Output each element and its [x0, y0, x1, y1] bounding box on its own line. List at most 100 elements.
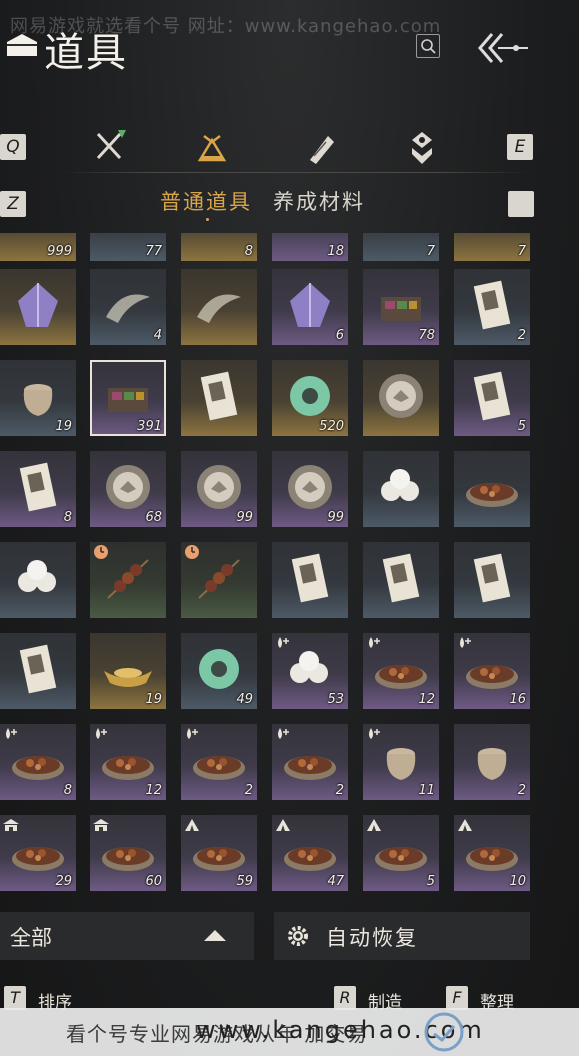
- inventory-slot[interactable]: 7: [363, 233, 439, 261]
- inventory-slot[interactable]: [0, 542, 76, 618]
- tent-badge-icon: [185, 819, 199, 831]
- inventory-slot[interactable]: [181, 360, 257, 436]
- inventory-slot[interactable]: 47: [272, 815, 348, 891]
- auto-restore-button[interactable]: 自动恢复: [274, 912, 530, 960]
- category-divider: [60, 172, 530, 173]
- inventory-slot[interactable]: 59: [181, 815, 257, 891]
- inventory-slot[interactable]: 99: [272, 451, 348, 527]
- category-materials-icon[interactable]: [402, 128, 442, 168]
- inventory-slot[interactable]: [454, 542, 530, 618]
- inventory-slot[interactable]: 4: [90, 269, 166, 345]
- horse-card-icon: [291, 553, 329, 603]
- inventory-slot[interactable]: 29: [0, 815, 76, 891]
- item-count: 18: [327, 244, 344, 259]
- item-count: 7: [517, 244, 526, 259]
- crystal-sphere-icon: [18, 283, 58, 327]
- inventory-slot[interactable]: 10: [454, 815, 530, 891]
- next-subtab-key[interactable]: [508, 191, 534, 217]
- filter-label: 全部: [10, 926, 52, 950]
- tent-badge-icon: [367, 819, 381, 831]
- water-drop-badge-icon: [369, 637, 380, 648]
- inventory-slot[interactable]: 520: [272, 360, 348, 436]
- bronze-token-icon: [379, 374, 423, 418]
- inventory-slot[interactable]: 18: [272, 233, 348, 261]
- inventory-slot[interactable]: [363, 542, 439, 618]
- item-count: 99: [236, 510, 253, 525]
- inventory-slot[interactable]: [0, 633, 76, 709]
- item-count: 8: [63, 510, 72, 525]
- item-count: 12: [418, 692, 435, 707]
- item-count: 5: [426, 874, 435, 889]
- inventory-slot[interactable]: [454, 451, 530, 527]
- golden-fragment-icon: [197, 294, 241, 323]
- inventory-slot[interactable]: 99: [181, 451, 257, 527]
- item-count: 8: [244, 244, 253, 259]
- inventory-slot[interactable]: [181, 542, 257, 618]
- inventory-slot[interactable]: 2: [181, 724, 257, 800]
- inventory-slot[interactable]: [363, 360, 439, 436]
- item-count: 99: [327, 510, 344, 525]
- inventory-slot[interactable]: 11: [363, 724, 439, 800]
- rice-dumplings-icon: [381, 469, 419, 501]
- inventory-slot[interactable]: [0, 269, 76, 345]
- tab-common-items[interactable]: 普通道具: [160, 186, 252, 216]
- item-count: 53: [327, 692, 344, 707]
- inventory-slot[interactable]: 999: [0, 233, 76, 261]
- water-drop-badge-icon: [6, 728, 17, 739]
- inventory-slot[interactable]: 2: [454, 269, 530, 345]
- active-tab-indicator: [206, 218, 209, 221]
- inventory-slot[interactable]: 391: [90, 360, 166, 436]
- inventory-slot[interactable]: 8: [0, 451, 76, 527]
- search-icon: [421, 39, 436, 54]
- green-buns-icon: [18, 560, 56, 592]
- inventory-slot[interactable]: 16: [454, 633, 530, 709]
- tab-growth-materials[interactable]: 养成材料: [273, 186, 365, 216]
- silk-wisp-icon: [106, 294, 150, 323]
- inventory-slot[interactable]: 2: [454, 724, 530, 800]
- category-scrolls-icon[interactable]: [300, 128, 340, 168]
- inventory-slot[interactable]: 49: [181, 633, 257, 709]
- inventory-slot[interactable]: 12: [90, 724, 166, 800]
- filter-select[interactable]: 全部: [0, 912, 254, 960]
- next-category-key[interactable]: E: [507, 134, 533, 160]
- item-count: 5: [517, 419, 526, 434]
- inventory-slot[interactable]: 7: [454, 233, 530, 261]
- inventory-slot[interactable]: 12: [363, 633, 439, 709]
- inventory-slot[interactable]: 6: [272, 269, 348, 345]
- inventory-slot[interactable]: 2: [272, 724, 348, 800]
- inventory-slot[interactable]: 60: [90, 815, 166, 891]
- inventory-slot[interactable]: [181, 269, 257, 345]
- inventory-slot[interactable]: 5: [363, 815, 439, 891]
- open-book-icon: [200, 371, 238, 421]
- inventory-slot[interactable]: 53: [272, 633, 348, 709]
- double-chevron-left-icon: [478, 33, 528, 63]
- inventory-slot[interactable]: [363, 451, 439, 527]
- back-button[interactable]: [474, 28, 532, 68]
- prev-category-key[interactable]: Q: [0, 134, 26, 160]
- gear-icon: [288, 926, 308, 946]
- red-envelope-icon: [473, 371, 511, 421]
- fox-card-icon: [473, 553, 511, 603]
- inventory-slot[interactable]: 19: [0, 360, 76, 436]
- item-count: 10: [509, 874, 526, 889]
- item-count: 59: [236, 874, 253, 889]
- inventory-slot[interactable]: [272, 542, 348, 618]
- inventory-slot[interactable]: [90, 542, 166, 618]
- inventory-slot[interactable]: 78: [363, 269, 439, 345]
- category-weapons-icon[interactable]: [90, 126, 130, 166]
- inventory-slot[interactable]: 77: [90, 233, 166, 261]
- watermark-bottom: 看个号专业网易游戏从年 加交易 www.kangehao.com: [0, 1008, 579, 1056]
- wolf-card-icon: [382, 553, 420, 603]
- house-badge-icon: [93, 819, 109, 831]
- jewel-box-icon: [108, 388, 148, 412]
- prev-subtab-key[interactable]: Z: [0, 191, 26, 217]
- category-items-icon[interactable]: [192, 128, 232, 168]
- inventory-slot[interactable]: 19: [90, 633, 166, 709]
- inventory-slot[interactable]: 8: [181, 233, 257, 261]
- inventory-slot[interactable]: 8: [0, 724, 76, 800]
- water-drop-badge-icon: [460, 637, 471, 648]
- inventory-slot[interactable]: 5: [454, 360, 530, 436]
- search-button[interactable]: [416, 34, 440, 58]
- crane-coin-icon: [106, 465, 150, 509]
- inventory-slot[interactable]: 68: [90, 451, 166, 527]
